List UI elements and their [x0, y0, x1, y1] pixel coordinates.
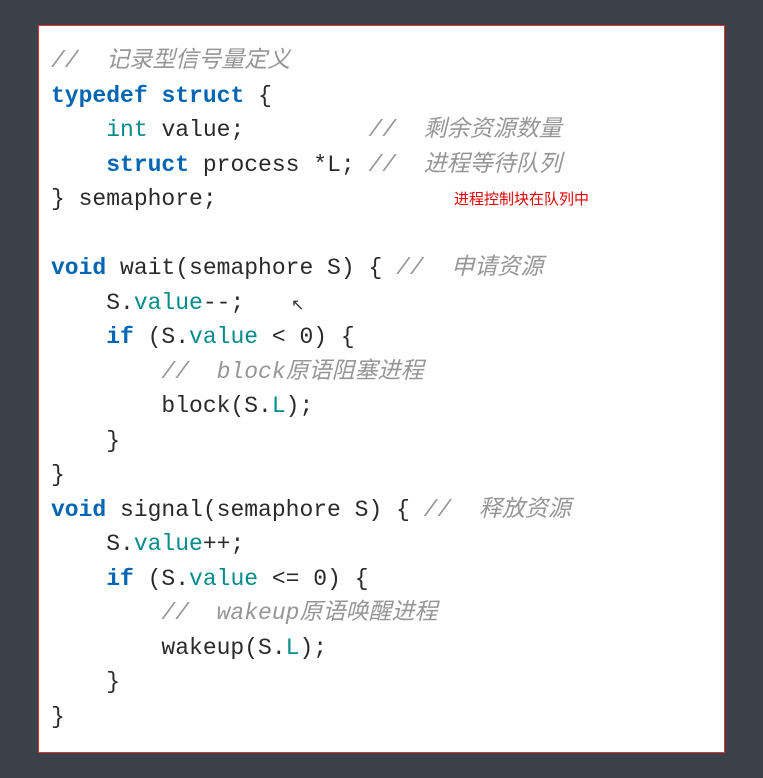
- indent: [51, 152, 106, 178]
- member-value: value: [134, 290, 203, 316]
- func-signal: signal(semaphore S) {: [106, 497, 423, 523]
- num-zero: 0: [313, 566, 327, 592]
- keyword-struct: struct: [161, 83, 244, 109]
- code-line-6: [51, 217, 712, 252]
- keyword-if: if: [106, 566, 134, 592]
- code-line-17: // wakeup原语唤醒进程: [51, 596, 712, 631]
- keyword-struct: struct: [106, 152, 189, 178]
- code-line-1: // 记录型信号量定义: [51, 44, 712, 79]
- close-brace: }: [51, 462, 65, 488]
- comment-text: // 释放资源: [424, 497, 571, 523]
- indent: S.: [51, 290, 134, 316]
- op-increment: ++;: [203, 531, 244, 557]
- indent: [51, 117, 106, 143]
- comment-text: // 申请资源: [396, 255, 543, 281]
- var-name: value;: [148, 117, 369, 143]
- comment-text: // 记录型信号量定义: [51, 48, 290, 74]
- comment-text: // 剩余资源数量: [368, 117, 561, 143]
- brace: {: [244, 83, 272, 109]
- comment-text: // block原语阻塞进程: [161, 359, 423, 385]
- type-int: int: [106, 117, 147, 143]
- code-line-5: } semaphore;: [51, 182, 712, 217]
- cursor-icon: ↖: [291, 294, 304, 318]
- indent: S.: [51, 531, 134, 557]
- code-line-19: }: [51, 665, 712, 700]
- member-value: value: [134, 531, 203, 557]
- member-value: value: [189, 324, 258, 350]
- cond-close: ) {: [327, 566, 368, 592]
- func-wait: wait(semaphore S) {: [106, 255, 396, 281]
- keyword-if: if: [106, 324, 134, 350]
- indent: [51, 324, 106, 350]
- cond-le: <=: [258, 566, 313, 592]
- indent: [51, 566, 106, 592]
- indent: [51, 359, 161, 385]
- keyword-void: void: [51, 255, 106, 281]
- member-l: L: [272, 393, 286, 419]
- code-line-18: wakeup(S.L);: [51, 631, 712, 666]
- code-line-13: }: [51, 458, 712, 493]
- close-brace: }: [51, 704, 65, 730]
- indent-call: wakeup(S.: [51, 635, 286, 661]
- cond-close: ) {: [313, 324, 354, 350]
- code-line-4: struct process *L; // 进程等待队列: [51, 148, 712, 183]
- member-l: L: [286, 635, 300, 661]
- cond-lt: <: [258, 324, 299, 350]
- code-line-9: if (S.value < 0) {: [51, 320, 712, 355]
- close-brace: }: [51, 428, 120, 454]
- call-end: );: [299, 635, 327, 661]
- comment-text: // wakeup原语唤醒进程: [161, 600, 437, 626]
- close-brace: }: [51, 669, 120, 695]
- member-value: value: [189, 566, 258, 592]
- code-line-14: void signal(semaphore S) { // 释放资源: [51, 493, 712, 528]
- indent-call: block(S.: [51, 393, 272, 419]
- op-decrement: --;: [203, 290, 244, 316]
- code-line-15: S.value++;: [51, 527, 712, 562]
- code-line-11: block(S.L);: [51, 389, 712, 424]
- cond-open: (S.: [134, 566, 189, 592]
- code-block: // 记录型信号量定义 typedef struct { int value; …: [38, 25, 725, 753]
- num-zero: 0: [299, 324, 313, 350]
- code-line-2: typedef struct {: [51, 79, 712, 114]
- close-struct: } semaphore;: [51, 186, 217, 212]
- keyword-void: void: [51, 497, 106, 523]
- code-line-7: void wait(semaphore S) { // 申请资源: [51, 251, 712, 286]
- code-line-10: // block原语阻塞进程: [51, 355, 712, 390]
- call-end: );: [286, 393, 314, 419]
- code-line-16: if (S.value <= 0) {: [51, 562, 712, 597]
- code-line-20: }: [51, 700, 712, 735]
- annotation-red-text: 进程控制块在队列中: [454, 189, 589, 212]
- cond-open: (S.: [134, 324, 189, 350]
- keyword-typedef: typedef: [51, 83, 148, 109]
- code-line-12: }: [51, 424, 712, 459]
- code-line-8: S.value--;: [51, 286, 712, 321]
- indent: [51, 600, 161, 626]
- comment-text: // 进程等待队列: [368, 152, 561, 178]
- var-name: process *L;: [189, 152, 368, 178]
- code-line-3: int value; // 剩余资源数量: [51, 113, 712, 148]
